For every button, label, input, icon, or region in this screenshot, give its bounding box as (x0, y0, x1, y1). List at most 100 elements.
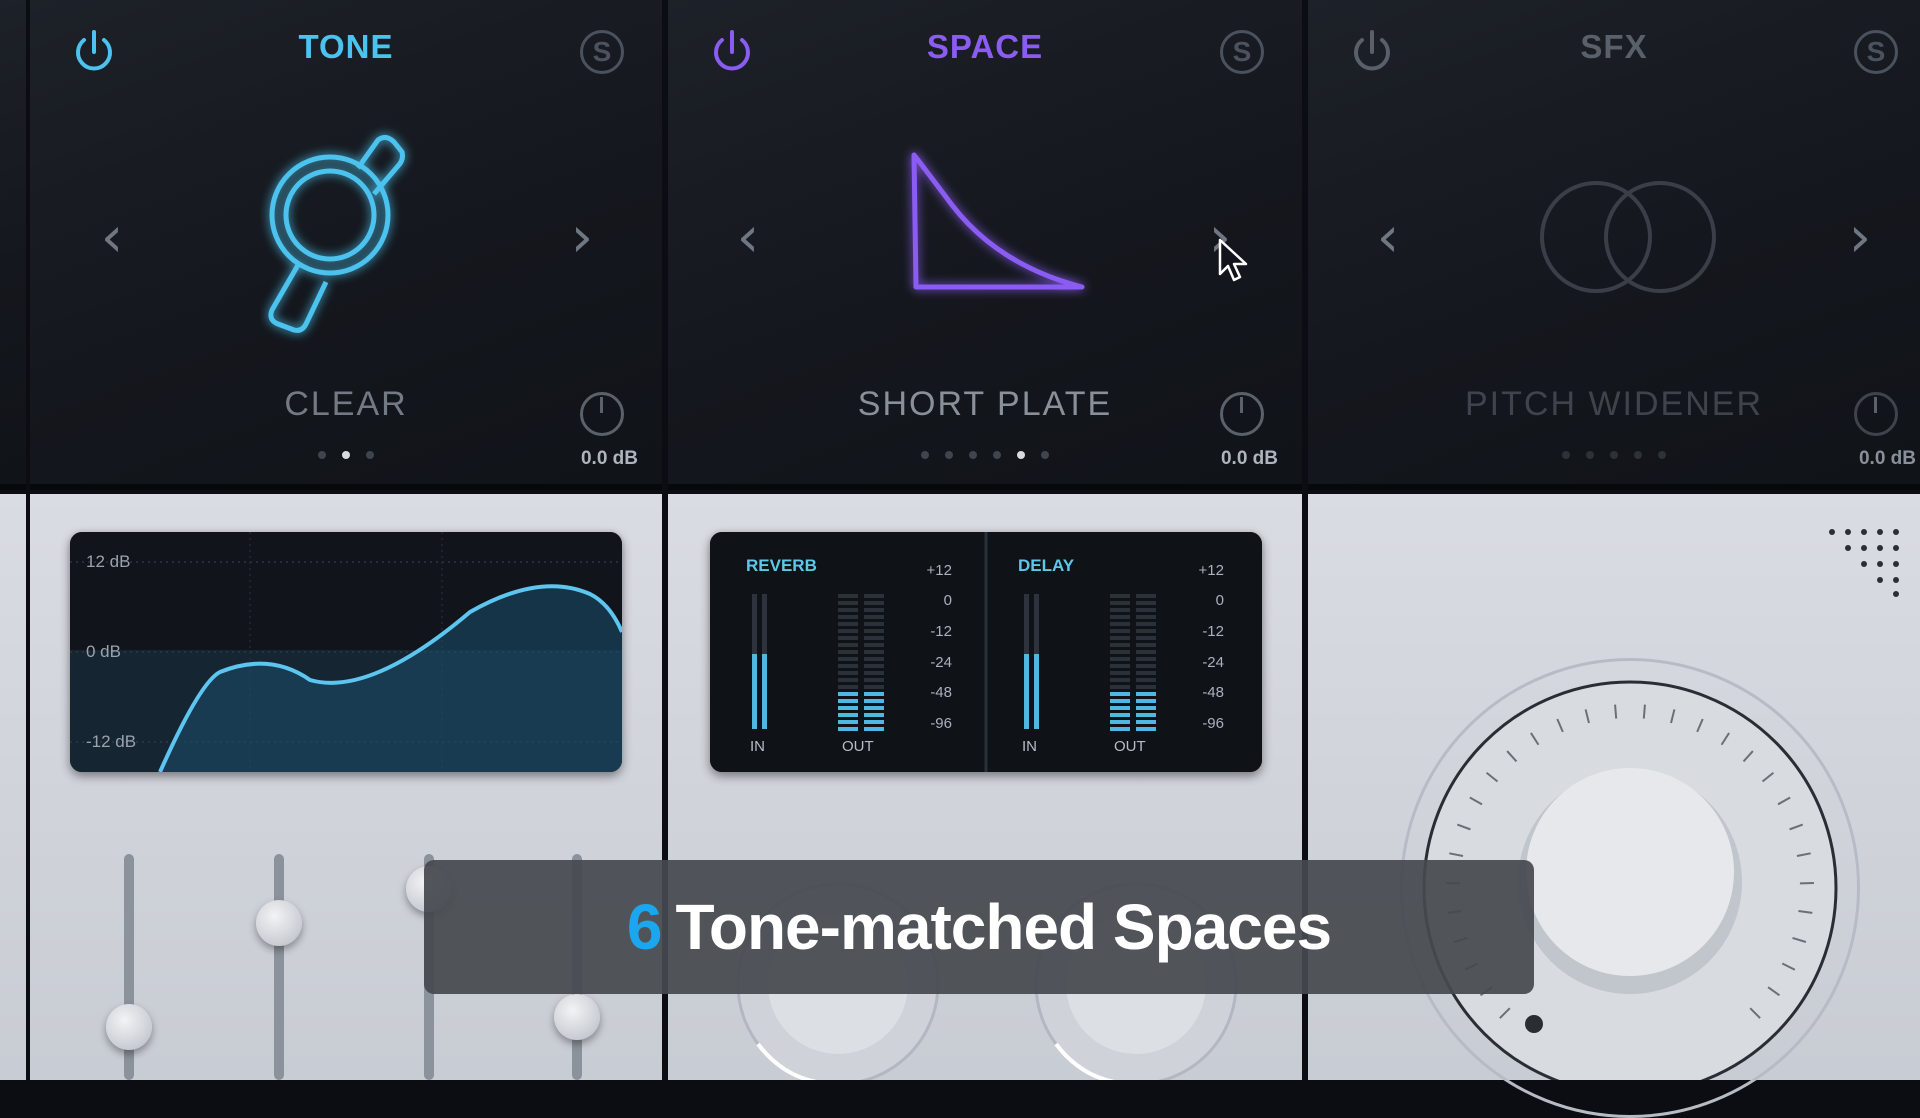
meter-segment (1110, 657, 1130, 661)
solo-button[interactable]: S (1854, 30, 1898, 74)
fader-thumb[interactable] (554, 994, 600, 1040)
tone-clear-icon (260, 120, 420, 350)
prev-preset-arrow[interactable]: ‹ (92, 210, 132, 266)
meter-segment (1136, 685, 1156, 689)
meter-segment (864, 685, 884, 689)
meter-segment (1110, 636, 1130, 640)
meter-segment (1110, 601, 1130, 605)
meter-segment (864, 601, 884, 605)
meter-segment (1136, 657, 1156, 661)
page-dot[interactable] (945, 451, 953, 459)
sfx-preset-dots (1308, 446, 1920, 464)
meter-segment (838, 601, 858, 605)
space-module: SPACE S ‹ › SHORT PLATE 0.0 dB (668, 0, 1302, 490)
page-dot-active[interactable] (1017, 451, 1025, 459)
pitch-widener-icon (1528, 175, 1728, 305)
meter-segment (1110, 692, 1130, 696)
space-title: SPACE (668, 28, 1302, 66)
page-dot[interactable] (993, 451, 1001, 459)
prev-preset-arrow[interactable]: ‹ (728, 210, 768, 266)
caption-banner: 6Tone-matched Spaces (424, 860, 1534, 994)
prev-preset-arrow[interactable]: ‹ (1368, 210, 1408, 266)
meter-segment (864, 636, 884, 640)
meter-segment (1136, 727, 1156, 731)
fader-thumb[interactable] (106, 1004, 152, 1050)
page-dot[interactable] (1041, 451, 1049, 459)
page-dot[interactable] (1562, 451, 1570, 459)
meter-segment (838, 650, 858, 654)
page-dot[interactable] (1610, 451, 1618, 459)
meter-segment (838, 678, 858, 682)
reverb-scale-tick: 0 (912, 592, 952, 609)
next-preset-arrow[interactable]: › (562, 210, 602, 266)
meter-segment (1136, 664, 1156, 668)
meter-segment (838, 629, 858, 633)
gain-knob[interactable] (580, 392, 624, 436)
fader-track[interactable] (274, 854, 284, 1080)
eq-display[interactable]: 12 dB 0 dB -12 dB (70, 532, 622, 772)
page-dot[interactable] (1586, 451, 1594, 459)
reverb-scale-tick: -24 (912, 654, 952, 671)
solo-button[interactable]: S (1220, 30, 1264, 74)
reverb-out-label: OUT (842, 738, 874, 755)
meter-segment (1136, 608, 1156, 612)
page-dot[interactable] (318, 451, 326, 459)
meter-segment (838, 671, 858, 675)
page-dot[interactable] (366, 451, 374, 459)
meter-segment (1110, 706, 1130, 710)
page-dot[interactable] (1634, 451, 1642, 459)
left-edge-panel (0, 494, 26, 1080)
gain-knob[interactable] (1854, 392, 1898, 436)
meter-segment (838, 727, 858, 731)
meter-segment (864, 608, 884, 612)
page-dot[interactable] (921, 451, 929, 459)
meters-display: REVERB DELAY IN OUT IN OUT +12 0 -12 -24… (710, 532, 1262, 772)
reverb-scale-tick: -12 (912, 623, 952, 640)
page-dot[interactable] (969, 451, 977, 459)
meter-segment (838, 685, 858, 689)
delay-scale-tick: +12 (1184, 562, 1224, 579)
meter-segment (864, 622, 884, 626)
meter-segment (838, 657, 858, 661)
meter-segment (1110, 608, 1130, 612)
meter-segment (838, 706, 858, 710)
meter-segment (1136, 601, 1156, 605)
eq-label-top: 12 dB (86, 552, 130, 572)
meter-segment (864, 671, 884, 675)
solo-button[interactable]: S (580, 30, 624, 74)
meter-segment (1110, 615, 1130, 619)
meter-segment (838, 594, 858, 598)
short-plate-icon (898, 145, 1098, 305)
meter-segment (838, 713, 858, 717)
page-dot[interactable] (1658, 451, 1666, 459)
eq-graph (70, 532, 622, 772)
meter-segment (1136, 622, 1156, 626)
reverb-in-label: IN (750, 738, 765, 755)
next-preset-arrow[interactable]: › (1840, 210, 1880, 266)
meter-segment (864, 713, 884, 717)
meter-segment (838, 643, 858, 647)
meter-segment (838, 636, 858, 640)
meter-segment (1110, 727, 1130, 731)
meter-segment (864, 594, 884, 598)
meter-segment (864, 692, 884, 696)
meter-segment (838, 615, 858, 619)
tone-gain-value: 0.0 dB (581, 448, 638, 470)
meter-segment (1136, 713, 1156, 717)
tone-module: TONE S ‹ › CLEAR 0.0 dB (30, 0, 662, 490)
page-dot-active[interactable] (342, 451, 350, 459)
knob-tick (1644, 705, 1645, 719)
gain-knob[interactable] (1220, 392, 1264, 436)
meter-segment (864, 706, 884, 710)
meter-segment (1110, 678, 1130, 682)
reverb-scale-tick: -48 (912, 684, 952, 701)
meter-segment (864, 650, 884, 654)
meter-segment (1110, 594, 1130, 598)
delay-scale-tick: -48 (1184, 684, 1224, 701)
meter-segment (1136, 636, 1156, 640)
delay-in-label: IN (1022, 738, 1037, 755)
fader-thumb[interactable] (256, 900, 302, 946)
sfx-preset-name: PITCH WIDENER (1308, 385, 1920, 424)
eq-label-bottom: -12 dB (86, 732, 136, 752)
meter-segment (1110, 629, 1130, 633)
